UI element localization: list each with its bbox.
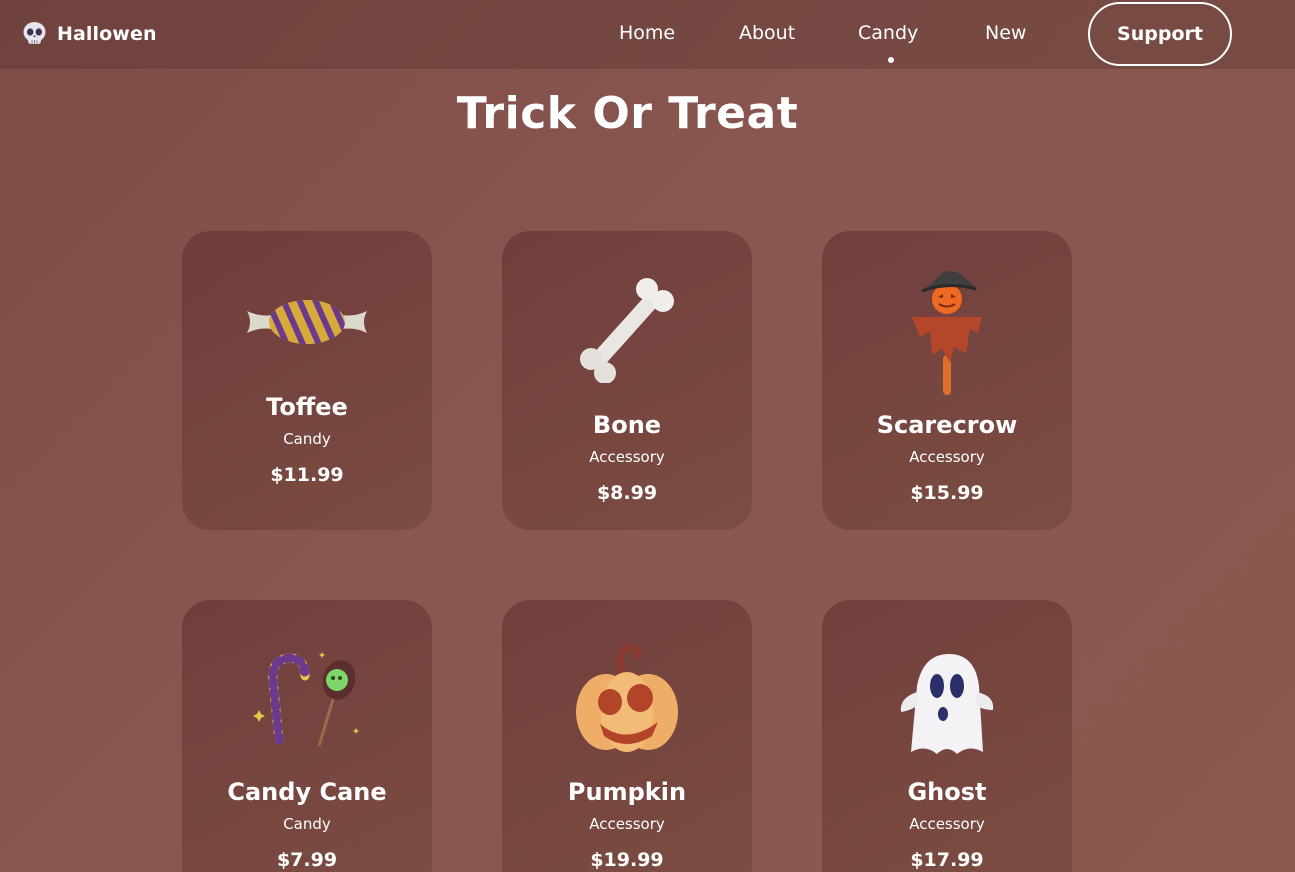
- product-name: Candy Cane: [227, 778, 387, 806]
- pumpkin-icon: [576, 644, 678, 752]
- product-card-toffee[interactable]: Toffee Candy $11.99: [182, 231, 432, 530]
- product-price: $15.99: [910, 482, 984, 504]
- product-name: Toffee: [266, 393, 348, 421]
- product-card-scarecrow[interactable]: Scarecrow Accessory $15.99: [822, 231, 1072, 530]
- nav-new[interactable]: New: [985, 22, 1026, 44]
- brand[interactable]: Hallowen: [22, 21, 157, 46]
- scarecrow-icon: [912, 270, 982, 395]
- brand-name: Hallowen: [57, 22, 157, 45]
- candy-cane-icon: [253, 652, 359, 747]
- support-button[interactable]: Support: [1088, 2, 1232, 66]
- toffee-icon: [247, 300, 367, 344]
- page-title: Trick Or Treat: [456, 88, 799, 139]
- skull-icon: [23, 22, 46, 44]
- product-price: $7.99: [276, 849, 338, 871]
- product-card-candy-cane[interactable]: Candy Cane Candy $7.99: [182, 600, 432, 872]
- nav-candy[interactable]: Candy: [858, 22, 918, 44]
- product-card-bone[interactable]: Bone Accessory $8.99: [502, 231, 752, 530]
- product-price: $17.99: [910, 849, 984, 871]
- product-category: Candy: [283, 430, 331, 448]
- product-price: $11.99: [270, 464, 344, 486]
- product-name: Scarecrow: [876, 411, 1018, 439]
- ghost-icon: [900, 654, 994, 754]
- product-category: Accessory: [909, 448, 985, 466]
- product-name: Pumpkin: [567, 778, 687, 806]
- bone-icon: [580, 278, 674, 383]
- product-category: Candy: [283, 815, 331, 833]
- product-name: Ghost: [907, 778, 987, 806]
- product-price: $8.99: [596, 482, 658, 504]
- nav-home[interactable]: Home: [619, 22, 675, 44]
- product-price: $19.99: [590, 849, 664, 871]
- product-card-pumpkin[interactable]: Pumpkin Accessory $19.99: [502, 600, 752, 872]
- product-card-ghost[interactable]: Ghost Accessory $17.99: [822, 600, 1072, 872]
- active-nav-indicator: [888, 57, 894, 63]
- header: Hallowen Home About Candy New Support: [0, 0, 1295, 69]
- nav-about[interactable]: About: [739, 22, 795, 44]
- product-category: Accessory: [909, 815, 985, 833]
- product-name: Bone: [592, 411, 662, 439]
- product-category: Accessory: [589, 815, 665, 833]
- product-category: Accessory: [589, 448, 665, 466]
